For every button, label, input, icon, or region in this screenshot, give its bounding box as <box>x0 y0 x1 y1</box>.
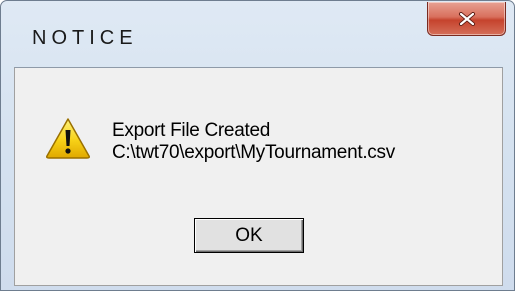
message-line-1: Export File Created <box>112 120 270 141</box>
close-button[interactable] <box>427 2 506 36</box>
close-icon <box>458 11 475 26</box>
ok-button[interactable]: OK <box>194 218 304 253</box>
notice-dialog: NOTICE Export File Created C:\twt70\expo… <box>0 0 515 291</box>
warning-icon <box>46 118 90 159</box>
dialog-title: NOTICE <box>32 27 138 49</box>
message-line-2: C:\twt70\export\MyTournament.csv <box>112 142 395 163</box>
title-bar[interactable]: NOTICE <box>1 1 514 63</box>
message-text: Export File Created C:\twt70\export\MyTo… <box>112 120 395 164</box>
dialog-body: Export File Created C:\twt70\export\MyTo… <box>14 67 503 286</box>
